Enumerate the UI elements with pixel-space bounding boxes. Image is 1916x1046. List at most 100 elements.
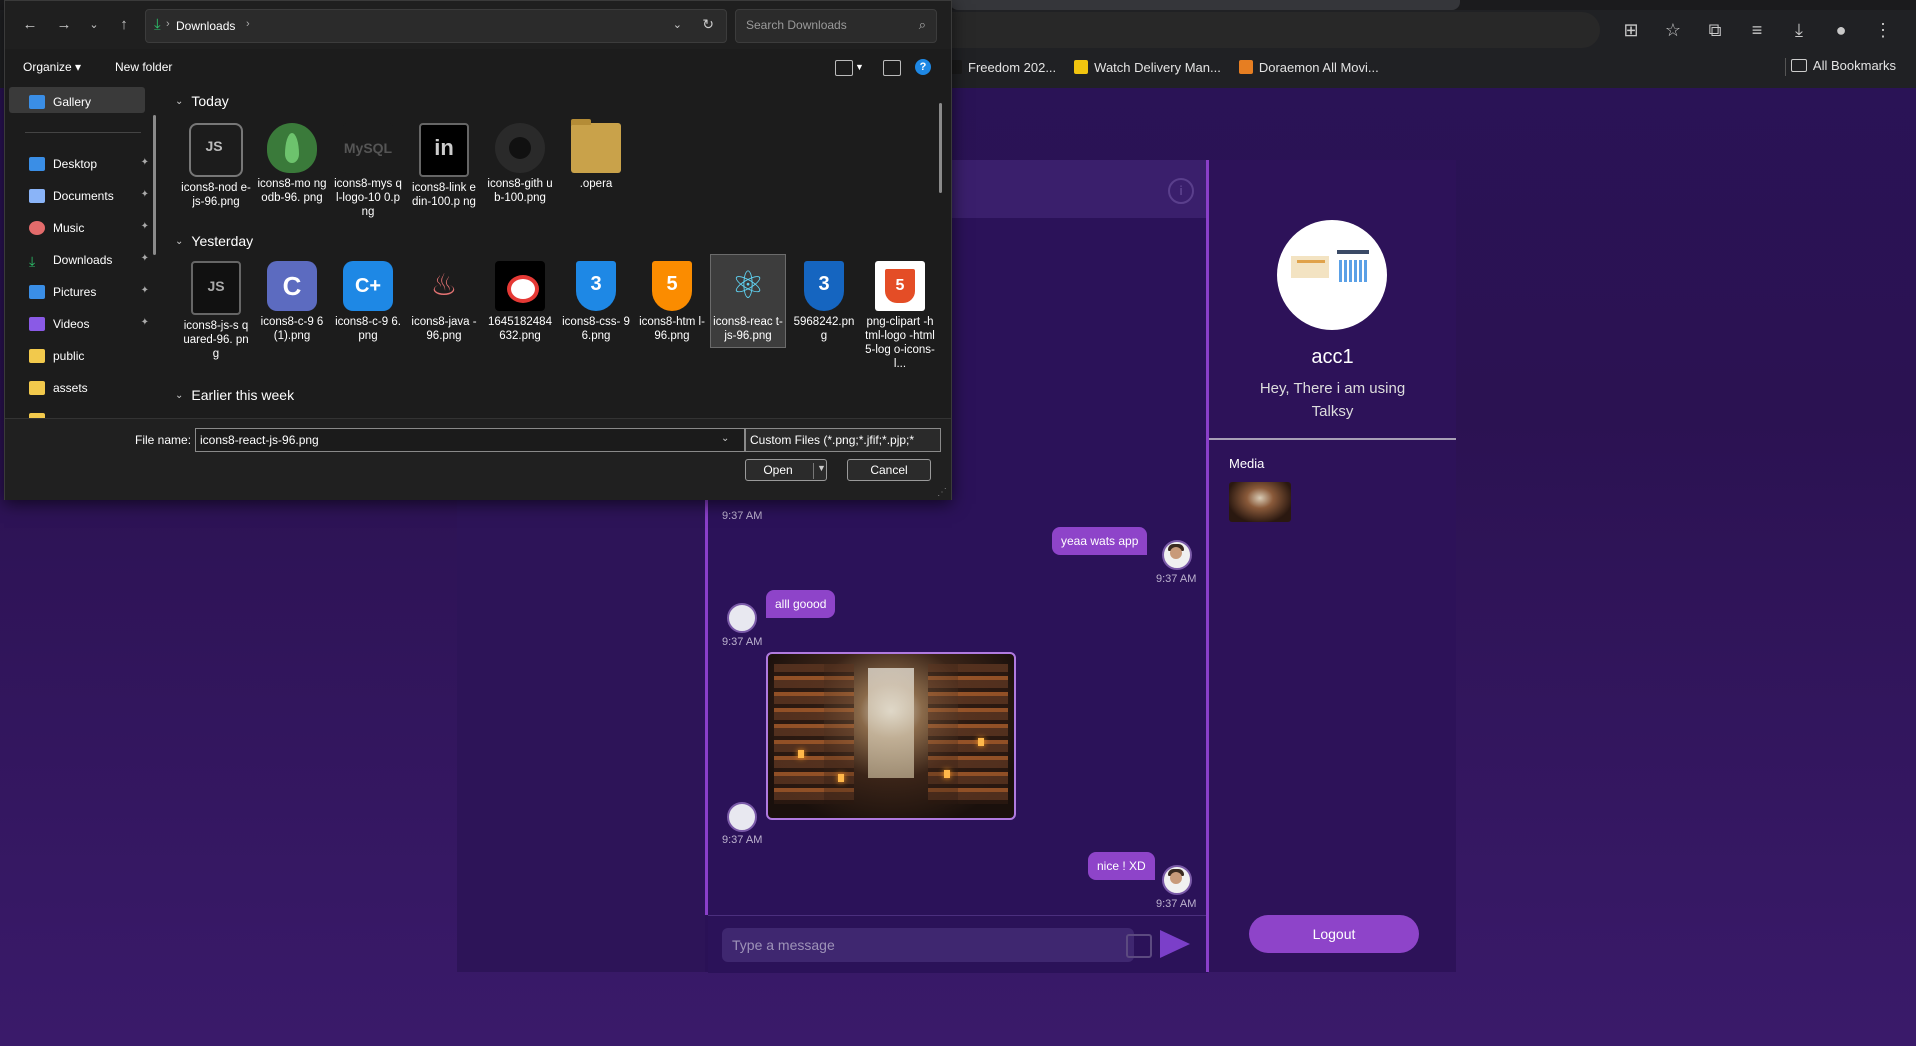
info-icon[interactable]: i (1168, 178, 1194, 204)
refresh-icon[interactable]: ↻ (702, 16, 714, 33)
css-icon: 3 (576, 261, 616, 311)
sidebar-item-label: Videos (53, 317, 90, 331)
reading-list-icon[interactable]: ≡ (1744, 17, 1770, 43)
file-item[interactable]: C+ icons8-c-9 6.png (331, 255, 405, 347)
sidebar-item-label: Music (53, 221, 85, 235)
group-earlier[interactable]: ⌄ Earlier this week (175, 387, 294, 403)
react-icon: ⚛ (730, 265, 766, 307)
dialog-footer: File name: ⌄ Custom Files (*.png;*.jfif;… (5, 418, 951, 500)
sidebar-item-music[interactable]: Music ✦ (29, 217, 149, 239)
profile-divider (1209, 438, 1456, 440)
sidebar-item-gallery[interactable]: Gallery (29, 91, 147, 113)
file-item-selected[interactable]: ⚛ icons8-reac t-js-96.png (710, 254, 786, 348)
chevron-right-icon[interactable]: › (246, 18, 250, 30)
file-item[interactable]: ♨ icons8-java -96.png (407, 255, 481, 347)
message-input[interactable] (722, 928, 1134, 962)
resize-grip-icon[interactable]: ⋰ (937, 487, 947, 498)
file-name: icons8-java -96.png (411, 316, 477, 342)
view-options-icon[interactable] (835, 60, 853, 76)
back-arrow-icon[interactable]: ← (19, 14, 41, 36)
breadcrumb-downloads[interactable]: Downloads (176, 19, 235, 33)
file-name: icons8-c-9 6.png (335, 316, 401, 342)
file-type-select[interactable]: Custom Files (*.png;*.jfif;*.pjp;* (745, 428, 941, 452)
cancel-button[interactable]: Cancel (847, 459, 931, 481)
download-icon[interactable]: ⤓ (1786, 17, 1812, 43)
sidebar-item-public[interactable]: public (29, 345, 147, 367)
open-button[interactable]: Open (745, 459, 827, 481)
preview-pane-icon[interactable] (883, 60, 901, 76)
file-name: icons8-c-9 6 (1).png (260, 316, 324, 342)
send-icon[interactable] (1160, 930, 1190, 958)
recent-locations-icon[interactable]: ⌄ (83, 14, 105, 36)
chevron-down-icon[interactable]: ⌄ (673, 18, 682, 31)
sidebar-item-downloads[interactable]: ⤓ Downloads ✦ (29, 249, 149, 271)
file-item[interactable]: icons8-nod e-js-96.png (179, 117, 253, 213)
sidebar-item-assets[interactable]: assets (29, 377, 147, 399)
chevron-down-icon[interactable]: ⌄ (721, 433, 729, 444)
file-item[interactable]: 5 icons8-htm l-96.png (635, 255, 709, 347)
sidebar-item-documents[interactable]: Documents ✦ (29, 185, 149, 207)
extensions-icon[interactable]: ⧉ (1702, 17, 1728, 43)
file-name: icons8-js-s quared-96. png (183, 320, 249, 360)
file-item[interactable]: JS icons8-js-s quared-96. png (179, 255, 253, 365)
sidebar-item-desktop[interactable]: Desktop ✦ (29, 153, 149, 175)
organize-button[interactable]: Organize ▾ (23, 60, 81, 74)
search-icon[interactable]: ⌕ (919, 17, 926, 33)
forward-arrow-icon[interactable]: → (53, 14, 75, 36)
sidebar-scrollbar[interactable] (153, 115, 156, 255)
message-composer (708, 915, 1208, 973)
sidebar-item-videos[interactable]: Videos ✦ (29, 313, 149, 335)
videos-icon (29, 317, 45, 331)
file-open-dialog: ← → ⌄ ↑ ⤓ › Downloads › ⌄ ↻ ⌕ Organize ▾… (4, 0, 952, 500)
file-item[interactable]: icons8-mo ngodb-96. png (255, 117, 329, 209)
file-item[interactable]: 3 5968242.pn g (787, 255, 861, 347)
file-name: png-clipart -html-logo -html5-log o-icon… (865, 316, 935, 370)
file-name-input[interactable] (195, 428, 745, 452)
documents-icon (29, 189, 45, 203)
bookmark-label: Freedom 202... (968, 59, 1057, 75)
all-bookmarks[interactable]: All Bookmarks (1790, 58, 1896, 73)
bookmark-3[interactable]: Doraemon All Movi... (1238, 60, 1379, 75)
sidebar-item-more[interactable] (29, 409, 147, 418)
file-item[interactable]: icons8-gith ub-100.png (483, 117, 557, 209)
avatar (1162, 540, 1192, 570)
bookmark-1[interactable]: Freedom 202... (948, 60, 1056, 75)
sidebar-item-pictures[interactable]: Pictures ✦ (29, 281, 149, 303)
address-bar[interactable] (950, 12, 1600, 48)
path-bar[interactable]: ⤓ › Downloads › ⌄ ↻ (145, 9, 727, 43)
library-photo[interactable] (766, 652, 1016, 820)
file-item[interactable]: 5 png-clipart -html-logo -html5-log o-ico… (863, 255, 937, 375)
image-upload-icon[interactable] (1126, 934, 1152, 958)
file-item[interactable]: .opera (559, 117, 633, 195)
linkedin-icon: in (419, 123, 469, 177)
message-bubble: nice ! XD (1088, 852, 1155, 880)
file-name: icons8-mo ngodb-96. png (257, 178, 327, 204)
file-list-scrollbar[interactable] (939, 103, 942, 193)
bookmark-star-icon[interactable]: ☆ (1660, 17, 1686, 43)
file-item[interactable]: in icons8-link edin-100.p ng (407, 117, 481, 213)
search-input[interactable] (744, 17, 908, 33)
media-thumbnail[interactable] (1229, 482, 1291, 522)
group-today[interactable]: ⌄ Today (175, 93, 229, 109)
translate-icon[interactable]: ⊞ (1618, 17, 1644, 43)
chevron-down-icon[interactable]: ▼ (855, 62, 864, 72)
sidebar-item-label: Documents (53, 189, 114, 203)
group-yesterday[interactable]: ⌄ Yesterday (175, 233, 253, 249)
profile-icon[interactable]: ● (1828, 17, 1854, 43)
active-tab[interactable] (950, 0, 1460, 10)
new-folder-button[interactable]: New folder (115, 60, 172, 74)
folder-icon (29, 349, 45, 363)
file-item[interactable]: Cicons8-c-9 6 (1).png (255, 255, 329, 347)
file-item[interactable]: 1645182484 632.png (483, 255, 557, 347)
up-arrow-icon[interactable]: ↑ (113, 14, 135, 36)
pin-icon: ✦ (140, 285, 149, 296)
mysql-icon: MySQL (343, 123, 393, 173)
chevron-down-icon[interactable]: ▼ (817, 463, 826, 473)
menu-icon[interactable]: ⋮ (1870, 17, 1896, 43)
sidebar-divider (25, 132, 141, 133)
logout-button[interactable]: Logout (1249, 915, 1419, 953)
file-item[interactable]: MySQL icons8-mys ql-logo-10 0.png (331, 117, 405, 223)
help-icon[interactable]: ? (915, 59, 931, 75)
file-item[interactable]: 3 icons8-css- 96.png (559, 255, 633, 347)
bookmark-2[interactable]: Watch Delivery Man... (1074, 60, 1221, 75)
